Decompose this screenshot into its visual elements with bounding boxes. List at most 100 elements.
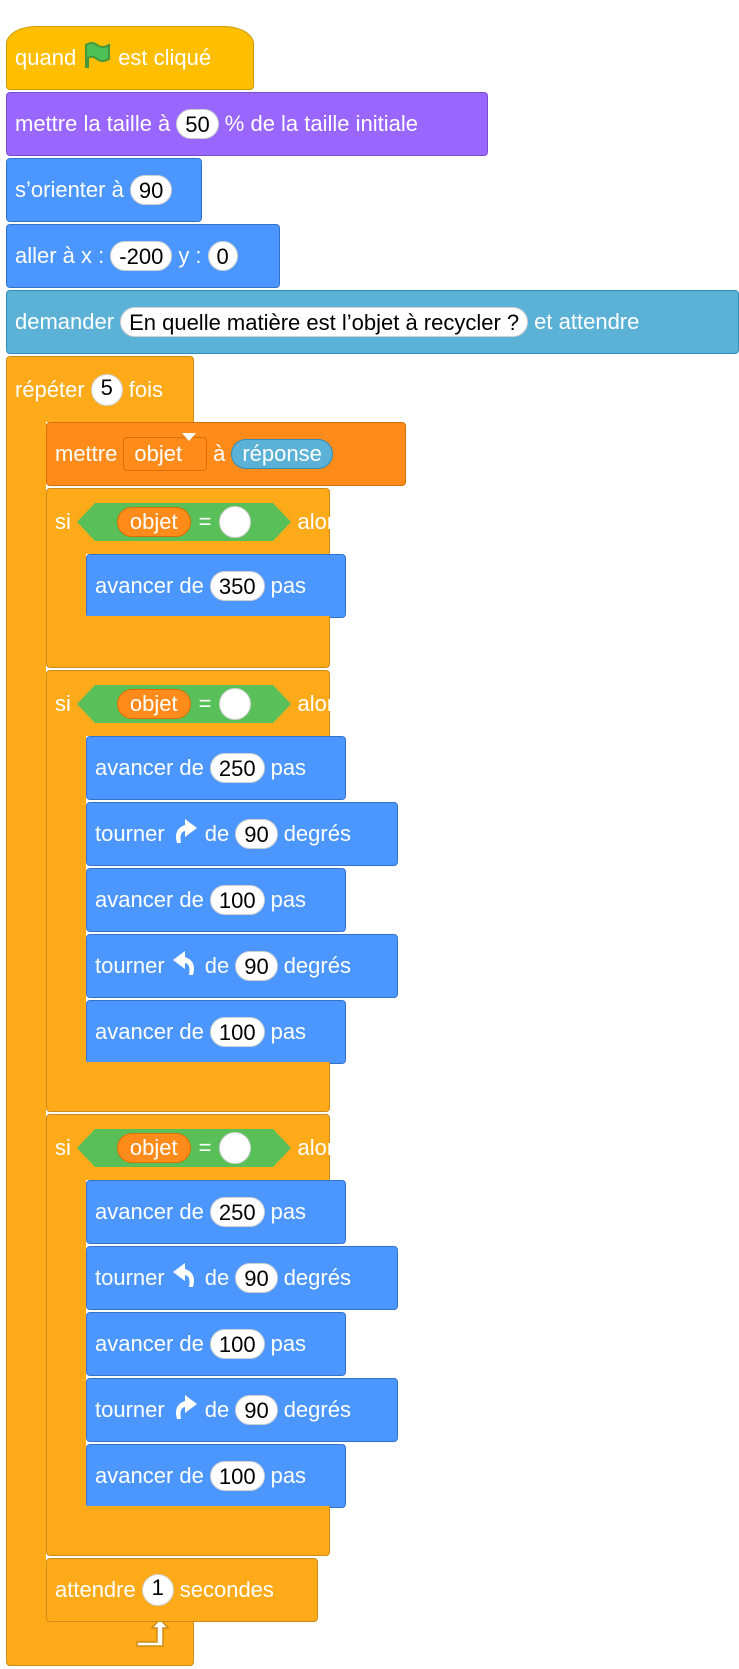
set-label: mettre	[55, 441, 118, 466]
degrees-input[interactable]: 90	[235, 1263, 278, 1293]
steps-input[interactable]: 250	[209, 1197, 265, 1227]
de-label: de	[204, 1265, 230, 1290]
move-steps-block[interactable]: avancer de 100 pas	[86, 1000, 346, 1064]
if-1-footer	[46, 616, 330, 668]
clicked-label: est cliqué	[118, 45, 212, 70]
move-label: avancer de	[95, 887, 204, 912]
ask-and-wait-block[interactable]: demander En quelle matière est l’objet à…	[6, 290, 739, 354]
when-label: quand	[15, 45, 77, 70]
move-steps-block[interactable]: avancer de 100 pas	[86, 1312, 346, 1376]
if-1-arm	[46, 552, 86, 616]
seconds-label: secondes	[179, 1577, 274, 1602]
point-direction-block[interactable]: s’orienter à 90	[6, 158, 202, 222]
answer-reporter[interactable]: réponse	[231, 439, 333, 469]
turn-right-block[interactable]: tourner de 90 degrés	[86, 1378, 398, 1442]
move-steps-block[interactable]: avancer de 100 pas	[86, 1444, 346, 1508]
degrees-label: degrés	[283, 1397, 351, 1422]
if-block-2[interactable]: si objet = alors	[46, 670, 345, 736]
move-label: avancer de	[95, 755, 204, 780]
then-label: alors	[297, 508, 346, 534]
goto-y-label: y :	[178, 243, 202, 268]
move-label: avancer de	[95, 1019, 204, 1044]
y-value-input[interactable]: 0	[207, 241, 238, 271]
compare-value-input[interactable]	[219, 687, 252, 720]
move-steps-block[interactable]: avancer de 350 pas	[86, 554, 346, 618]
objet-variable-reporter[interactable]: objet	[116, 1132, 191, 1163]
ask-label: demander	[15, 309, 115, 334]
turn-right-block[interactable]: tourner de 90 degrés	[86, 802, 398, 866]
size-value-input[interactable]: 50	[176, 109, 219, 139]
question-input[interactable]: En quelle matière est l’objet à recycler…	[120, 307, 529, 337]
turn-left-block[interactable]: tourner de 90 degrés	[86, 934, 398, 998]
move-label: avancer de	[95, 1463, 204, 1488]
to-label: à	[213, 441, 226, 466]
green-flag-icon	[82, 41, 112, 75]
turn-label: tourner	[95, 1265, 165, 1290]
equals-sign: =	[198, 508, 212, 534]
set-size-label: mettre la taille à	[15, 111, 171, 136]
direction-value-input[interactable]: 90	[129, 175, 173, 205]
turn-left-icon	[171, 949, 199, 983]
if-label: si	[55, 1134, 71, 1160]
variable-dropdown[interactable]: objet	[123, 433, 208, 471]
move-steps-block[interactable]: avancer de 250 pas	[86, 1180, 346, 1244]
seconds-input[interactable]: 1	[141, 1574, 174, 1606]
steps-label: pas	[270, 1331, 307, 1356]
steps-input[interactable]: 100	[209, 1329, 265, 1359]
then-label: alors	[297, 1134, 346, 1160]
move-steps-block[interactable]: avancer de 250 pas	[86, 736, 346, 800]
if-label: si	[55, 690, 71, 716]
goto-xy-block[interactable]: aller à x : -200 y : 0	[6, 224, 280, 288]
degrees-input[interactable]: 90	[235, 819, 278, 849]
variable-dropdown-value: objet	[134, 441, 183, 466]
wait-seconds-block[interactable]: attendre 1 secondes	[46, 1558, 318, 1622]
de-label: de	[204, 953, 230, 978]
move-label: avancer de	[95, 573, 204, 598]
if-block-3[interactable]: si objet = alors	[46, 1114, 345, 1180]
de-label: de	[204, 1397, 230, 1422]
degrees-label: degrés	[283, 953, 351, 978]
set-variable-block[interactable]: mettre objet à réponse	[46, 422, 406, 486]
move-label: avancer de	[95, 1199, 204, 1224]
steps-label: pas	[270, 1463, 307, 1488]
degrees-label: degrés	[283, 821, 351, 846]
turn-label: tourner	[95, 953, 165, 978]
if-2-arm	[46, 734, 86, 1064]
compare-value-input[interactable]	[219, 1131, 252, 1164]
turn-left-block[interactable]: tourner de 90 degrés	[86, 1246, 398, 1310]
equals-operator[interactable]: objet =	[76, 502, 292, 541]
de-label: de	[204, 821, 230, 846]
repeat-arm	[6, 420, 46, 1606]
if-2-footer	[46, 1062, 330, 1112]
if-block-1[interactable]: si objet = alors	[46, 488, 345, 554]
x-value-input[interactable]: -200	[110, 241, 173, 271]
degrees-label: degrés	[283, 1265, 351, 1290]
steps-input[interactable]: 100	[209, 1461, 265, 1491]
repeat-label: répéter	[15, 376, 85, 402]
objet-variable-reporter[interactable]: objet	[116, 506, 191, 537]
move-steps-block[interactable]: avancer de 100 pas	[86, 868, 346, 932]
steps-input[interactable]: 100	[209, 885, 265, 915]
when-flag-clicked-block[interactable]: quand est cliqué	[6, 26, 254, 90]
objet-variable-reporter[interactable]: objet	[116, 688, 191, 719]
compare-value-input[interactable]	[219, 505, 252, 538]
turn-right-icon	[171, 1393, 199, 1427]
goto-x-label: aller à x :	[15, 243, 105, 268]
equals-operator[interactable]: objet =	[76, 684, 292, 723]
if-3-footer	[46, 1506, 330, 1556]
steps-label: pas	[270, 887, 307, 912]
then-label: alors	[297, 690, 346, 716]
equals-operator[interactable]: objet =	[76, 1128, 292, 1167]
steps-label: pas	[270, 1199, 307, 1224]
if-label: si	[55, 508, 71, 534]
repeat-count-input[interactable]: 5	[90, 373, 123, 406]
steps-input[interactable]: 100	[209, 1017, 265, 1047]
turn-label: tourner	[95, 1397, 165, 1422]
repeat-block[interactable]: répéter 5 fois	[6, 356, 194, 422]
degrees-input[interactable]: 90	[235, 1395, 278, 1425]
set-size-block[interactable]: mettre la taille à 50 % de la taille ini…	[6, 92, 488, 156]
steps-input[interactable]: 250	[209, 753, 265, 783]
steps-input[interactable]: 350	[209, 571, 265, 601]
degrees-input[interactable]: 90	[235, 951, 278, 981]
point-direction-label: s’orienter à	[15, 177, 124, 202]
